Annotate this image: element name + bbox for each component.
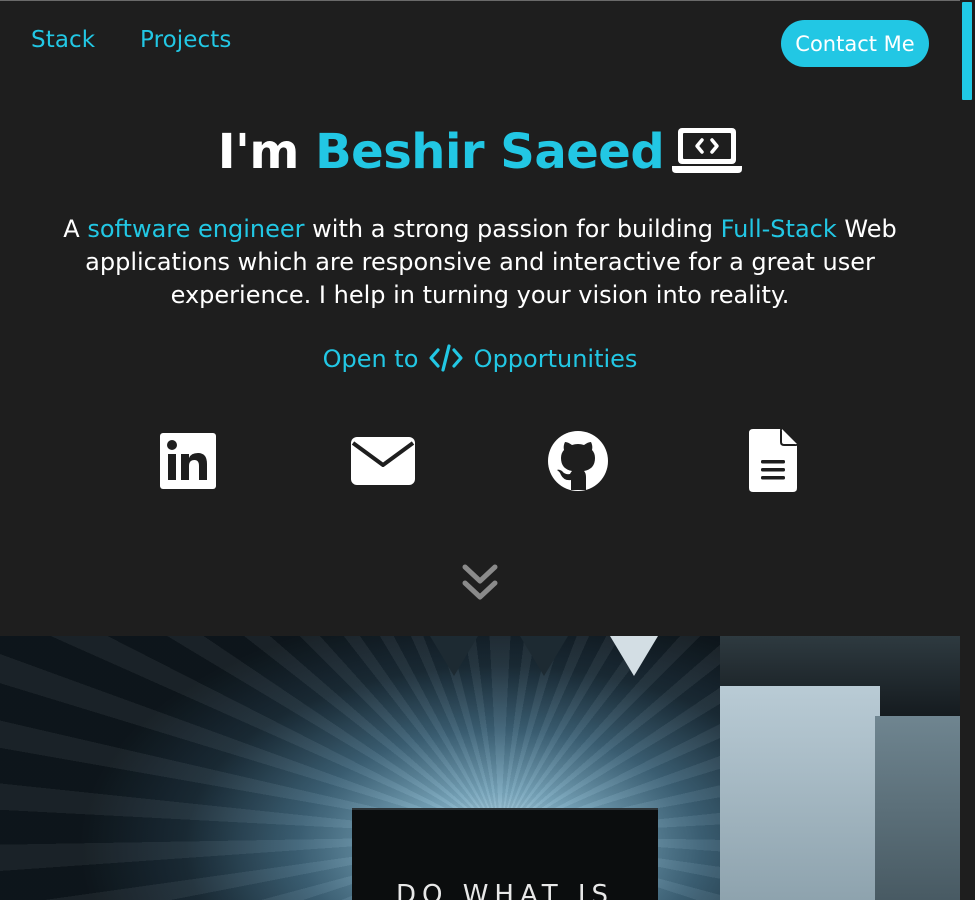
portfolio-page: Stack Projects Contact Me I'm Beshir Sae…: [0, 0, 975, 900]
hero-description: A software engineer with a strong passio…: [40, 213, 920, 312]
hero-name: Beshir Saeed: [315, 124, 665, 180]
desc-mid: with a strong passion for building: [304, 215, 721, 243]
desc-role: software engineer: [87, 215, 305, 243]
scroll-down-chevron-icon[interactable]: [460, 562, 500, 604]
open-to-opportunities: Open to Opportunities: [0, 344, 960, 373]
open-prefix: Open to: [322, 345, 419, 373]
photo-frame: DO WHAT IS: [352, 808, 658, 900]
linkedin-icon[interactable]: [160, 433, 216, 493]
top-border: [0, 0, 960, 1]
open-suffix: Opportunities: [473, 345, 638, 373]
photo-decor: [610, 636, 658, 676]
code-icon: [429, 344, 463, 372]
email-icon[interactable]: [351, 437, 415, 489]
frame-text: DO WHAT IS: [395, 880, 615, 900]
hero-title: I'm Beshir Saeed: [0, 124, 960, 180]
github-icon[interactable]: [547, 430, 609, 496]
hero-greeting: I'm: [217, 124, 316, 180]
hero-photo: DO WHAT IS: [0, 636, 960, 900]
nav-link-projects[interactable]: Projects: [140, 27, 231, 53]
photo-wall-panel: [720, 686, 880, 900]
scrollbar-track[interactable]: [960, 0, 975, 900]
scrollbar-thumb[interactable]: [962, 2, 972, 100]
resume-icon[interactable]: [749, 429, 797, 496]
photo-wall-side: [875, 716, 960, 900]
desc-stack: Full-Stack: [720, 215, 837, 243]
photo-decor: [430, 636, 478, 676]
laptop-code-icon: [672, 128, 743, 173]
photo-decor: [520, 636, 568, 676]
contact-me-button[interactable]: Contact Me: [781, 20, 929, 67]
nav-link-stack[interactable]: Stack: [31, 27, 95, 53]
desc-prefix: A: [63, 215, 88, 243]
